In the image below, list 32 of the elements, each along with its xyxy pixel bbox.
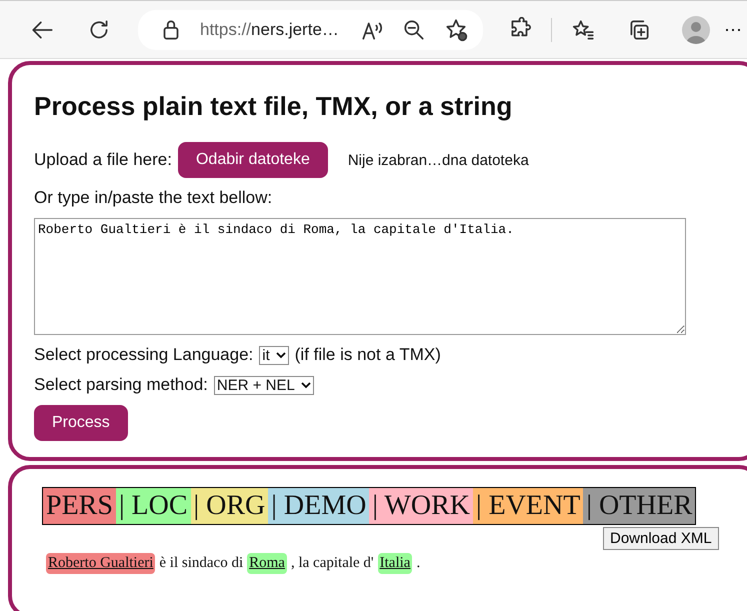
language-label: Select processing Language: [34,345,254,365]
file-status: Nije izabran…dna datoteka [348,152,529,168]
more-menu[interactable]: ⋯ [724,18,742,40]
url-text[interactable]: https://ners.jerte… [200,20,343,40]
entity-tag[interactable]: Roberto Gualtieri [46,553,156,574]
language-select[interactable]: it [259,346,289,364]
language-note: (if file is not a TMX) [294,345,441,365]
legend-item: PERS [43,488,116,524]
legend-item: | WORK [369,488,473,524]
legend-item: | OTHER [583,488,696,524]
download-xml-button[interactable]: Download XML [603,527,719,550]
address-bar[interactable]: https://ners.jerte… [138,10,483,50]
legend-item: | LOC [116,488,191,524]
choose-file-button[interactable]: Odabir datoteke [178,142,328,178]
entity-tag[interactable]: Italia [378,553,412,574]
upload-label: Upload a file here: [34,150,172,170]
entity-tag[interactable]: Roma [247,553,287,574]
chevron-icon [276,351,286,359]
text-input[interactable]: Roberto Gualtieri è il sindaco di Roma, la capitale d'Italia. [34,218,686,335]
profile-avatar[interactable] [682,16,710,44]
text-label: Or type in/paste the text bellow: [34,188,272,208]
method-select[interactable]: NER + NEL [214,376,314,394]
sentence-text: . [416,555,420,572]
legend-item: | DEMO [268,488,370,524]
form-title: Process plain text file, TMX, or a string [34,91,514,122]
sentence-text: è il sindaco di [159,555,244,572]
legend-item: | EVENT [472,488,584,524]
legend-item: | ORG [190,488,268,524]
process-button[interactable]: Process [34,405,128,441]
sentence-text: , la capitale d' [290,555,374,572]
chevron-icon [300,381,311,389]
method-label: Select parsing method: [34,375,208,395]
